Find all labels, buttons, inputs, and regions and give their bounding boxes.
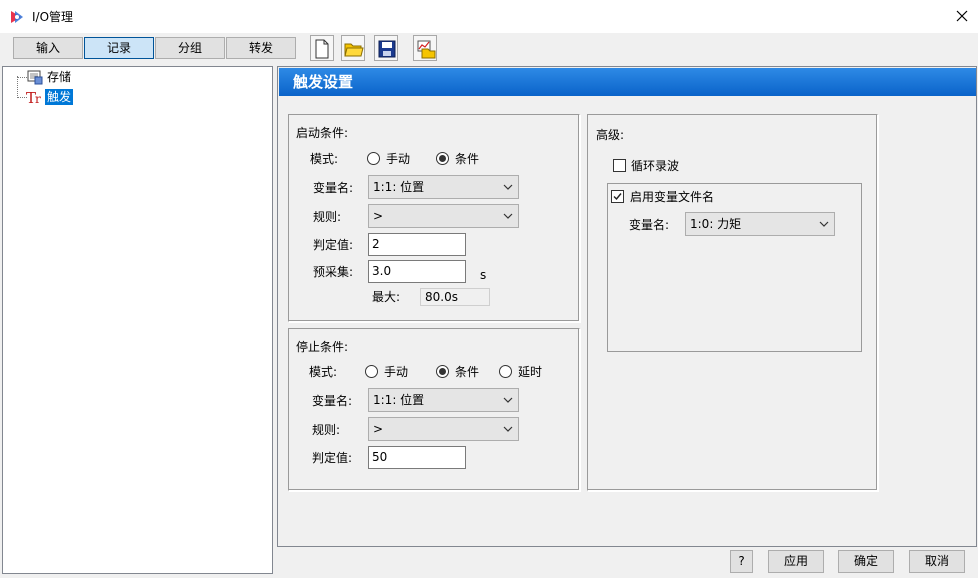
tab-group[interactable]: 分组 (155, 37, 225, 59)
start-precollect-input[interactable]: 3.0 (368, 260, 466, 283)
stop-var-value: 1:1: 位置 (373, 393, 425, 407)
open-folder-button[interactable] (341, 35, 365, 61)
new-file-button[interactable] (310, 35, 334, 61)
ok-button[interactable]: 确定 (838, 550, 894, 573)
start-mode-condition-label: 条件 (455, 152, 480, 166)
start-rule-select[interactable]: > (368, 204, 519, 228)
new-file-icon (315, 39, 329, 59)
advanced-title: 高级: (596, 128, 625, 142)
tab-forward[interactable]: 转发 (226, 37, 296, 59)
close-button[interactable] (948, 4, 976, 28)
start-conditions-title: 启动条件: (296, 126, 349, 140)
app-logo-icon (9, 9, 25, 25)
stop-mode-condition-label: 条件 (455, 365, 480, 379)
stop-conditions-title: 停止条件: (296, 340, 349, 354)
advanced-var-select[interactable]: 1:0: 力矩 (685, 212, 835, 236)
advanced-var-label: 变量名: (629, 218, 670, 232)
chevron-down-icon (503, 426, 513, 432)
start-mode-manual-label: 手动 (386, 152, 411, 166)
chevron-down-icon (503, 184, 513, 190)
start-mode-label: 模式: (310, 152, 339, 166)
help-button[interactable]: ? (730, 550, 753, 573)
tree-connector (17, 76, 18, 98)
cancel-button[interactable]: 取消 (909, 550, 965, 573)
start-mode-condition-radio[interactable] (436, 152, 449, 165)
close-icon (956, 10, 968, 22)
section-header: 触发设置 (279, 68, 976, 96)
start-rule-label: 规则: (313, 210, 342, 224)
chart-folder-icon (417, 40, 436, 59)
stop-threshold-input[interactable]: 50 (368, 446, 466, 469)
tab-record[interactable]: 记录 (84, 37, 154, 59)
start-mode-manual-radio[interactable] (367, 152, 380, 165)
stop-var-label: 变量名: (312, 394, 353, 408)
start-max-label: 最大: (372, 290, 401, 304)
stop-mode-delay-label: 延时 (518, 365, 543, 379)
chevron-down-icon (503, 213, 513, 219)
start-threshold-label: 判定值: (313, 238, 354, 252)
tab-input[interactable]: 输入 (13, 37, 83, 59)
start-var-label: 变量名: (313, 181, 354, 195)
stop-threshold-label: 判定值: (312, 451, 353, 465)
varfile-checkbox[interactable] (611, 190, 624, 203)
loop-record-label: 循环录波 (631, 159, 680, 173)
chevron-down-icon (503, 397, 513, 403)
checkmark-icon (613, 193, 622, 201)
varfile-label: 启用变量文件名 (630, 190, 715, 204)
apply-button[interactable]: 应用 (768, 550, 824, 573)
start-rule-value: > (373, 209, 384, 223)
save-button[interactable] (374, 35, 398, 61)
trigger-icon: T r (26, 88, 44, 107)
loop-record-checkbox[interactable] (613, 159, 626, 172)
stop-mode-label: 模式: (309, 365, 338, 379)
storage-icon (27, 69, 43, 85)
stop-mode-manual-label: 手动 (384, 365, 409, 379)
tree-item-trigger[interactable]: 触发 (45, 89, 74, 105)
varfile-group (607, 183, 862, 352)
tree-item-storage[interactable]: 存储 (45, 69, 73, 85)
save-icon (378, 40, 396, 58)
stop-rule-select[interactable]: > (368, 417, 519, 441)
start-var-value: 1:1: 位置 (373, 180, 425, 194)
chart-folder-button[interactable] (413, 35, 437, 61)
stop-var-select[interactable]: 1:1: 位置 (368, 388, 519, 412)
tree-connector (17, 77, 27, 78)
advanced-var-value: 1:0: 力矩 (690, 217, 742, 231)
folder-open-icon (344, 43, 364, 57)
stop-mode-condition-radio[interactable] (436, 365, 449, 378)
title-bar (0, 0, 978, 33)
start-max-value: 80.0s (420, 288, 490, 306)
window-title: I/O管理 (32, 10, 74, 24)
start-var-select[interactable]: 1:1: 位置 (368, 175, 519, 199)
stop-rule-value: > (373, 422, 384, 436)
svg-text:r: r (35, 92, 41, 106)
stop-rule-label: 规则: (312, 423, 341, 437)
stop-mode-manual-radio[interactable] (365, 365, 378, 378)
start-precollect-unit: s (480, 268, 487, 282)
stop-mode-delay-radio[interactable] (499, 365, 512, 378)
tree-panel (2, 66, 273, 574)
chevron-down-icon (819, 221, 829, 227)
start-threshold-input[interactable]: 2 (368, 233, 466, 256)
start-precollect-label: 预采集: (313, 265, 354, 279)
